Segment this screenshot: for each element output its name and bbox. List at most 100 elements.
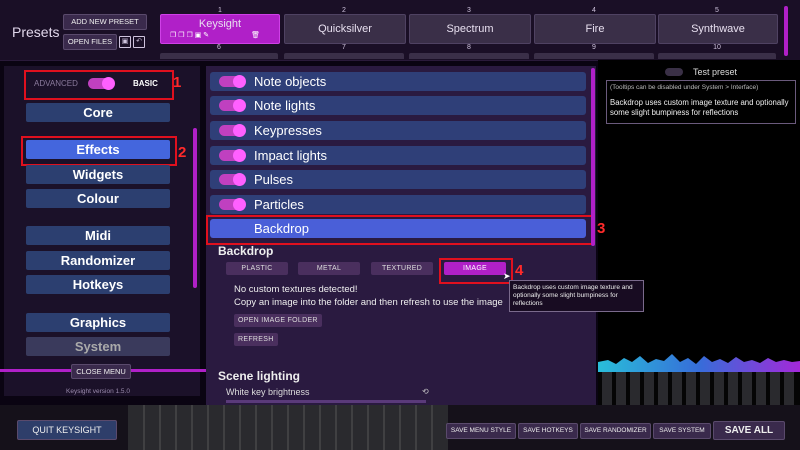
visualizer-wave — [598, 354, 800, 374]
annotation-2: 2 — [178, 144, 187, 161]
presets-scrollbar[interactable] — [784, 6, 788, 56]
add-new-preset-button[interactable]: ADD NEW PRESET — [63, 14, 147, 30]
copy-image-text: Copy an image into the folder and then r… — [234, 297, 503, 308]
preset-number: 1 — [218, 7, 222, 14]
refresh-button[interactable]: REFRESH — [234, 333, 278, 346]
close-menu-button[interactable]: CLOSE MENU — [71, 364, 131, 379]
piano-keys-right — [598, 372, 800, 405]
sidebar-item-colour[interactable]: Colour — [26, 189, 170, 208]
toggle-switch[interactable] — [219, 173, 246, 186]
annotation-3: 3 — [597, 220, 606, 237]
sidebar-item-randomizer[interactable]: Randomizer — [26, 251, 170, 270]
texture-image-button[interactable]: IMAGE — [444, 262, 506, 275]
presets-bar: Presets ADD NEW PRESET OPEN FILES ▣ ↶ 1 … — [0, 0, 800, 61]
presets-title: Presets — [12, 24, 60, 40]
preset-slot[interactable] — [160, 53, 278, 59]
preset-slot[interactable] — [534, 53, 654, 59]
preset-actions: ❐ ❐ ❐ ▣ ✎ 🗑 — [170, 31, 270, 41]
save-icon[interactable]: ▣ — [195, 32, 202, 39]
scene-lighting-heading: Scene lighting — [218, 369, 301, 383]
row-note-lights[interactable]: Note lights — [210, 96, 586, 115]
preset-number: 9 — [592, 44, 596, 51]
row-backdrop[interactable]: Backdrop — [210, 219, 586, 238]
row-label: Keypresses — [254, 123, 322, 138]
open-image-folder-button[interactable]: OPEN IMAGE FOLDER — [234, 314, 322, 327]
toggle-switch[interactable] — [219, 149, 246, 162]
row-label: Note lights — [254, 98, 316, 113]
toggle-switch[interactable] — [219, 75, 246, 88]
preset-synthwave[interactable]: Synthwave — [658, 14, 778, 44]
sidebar-scrollbar[interactable] — [193, 128, 197, 288]
sidebar-item-system[interactable]: System — [26, 337, 170, 356]
piano-keys — [128, 405, 448, 450]
sidebar-item-effects[interactable]: Effects — [26, 140, 170, 159]
preset-number: 3 — [467, 7, 471, 14]
preset-slot[interactable] — [284, 53, 404, 59]
row-pulses[interactable]: Pulses — [210, 170, 586, 189]
row-label: Note objects — [254, 74, 327, 89]
no-textures-text: No custom textures detected! — [234, 284, 358, 295]
row-note-objects[interactable]: Note objects — [210, 72, 586, 91]
brightness-slider[interactable] — [226, 400, 426, 403]
toggle-switch[interactable] — [219, 124, 246, 137]
save-icon[interactable]: ▣ — [119, 36, 131, 48]
mode-toggle[interactable] — [88, 77, 115, 90]
preset-label: Keysight — [198, 18, 242, 30]
main-scrollbar[interactable] — [591, 68, 595, 246]
save-system-button[interactable]: SAVE SYSTEM — [653, 423, 711, 439]
save-randomizer-button[interactable]: SAVE RANDOMIZER — [580, 423, 651, 439]
preset-number: 7 — [342, 44, 346, 51]
trash-icon[interactable]: 🗑 — [251, 32, 260, 39]
preset-quicksilver[interactable]: Quicksilver — [284, 14, 406, 44]
preset-number: 8 — [467, 44, 471, 51]
sidebar-item-hotkeys[interactable]: Hotkeys — [26, 275, 170, 294]
preset-number: 10 — [713, 44, 721, 51]
sidebar-item-core[interactable]: Core — [26, 103, 170, 122]
preset-slot[interactable] — [658, 53, 776, 59]
test-preset-toggle[interactable] — [665, 68, 683, 76]
preset-number: 4 — [592, 7, 596, 14]
version-text: Keysight version 1.5.0 — [66, 388, 130, 395]
preset-slot[interactable] — [409, 53, 529, 59]
row-impact-lights[interactable]: Impact lights — [210, 146, 586, 165]
preset-fire[interactable]: Fire — [534, 14, 656, 44]
sidebar-item-midi[interactable]: Midi — [26, 226, 170, 245]
annotation-1: 1 — [173, 74, 182, 91]
copy-icon[interactable]: ❐ — [186, 32, 192, 39]
copy-icon[interactable]: ❐ — [178, 32, 184, 39]
row-label: Pulses — [254, 172, 294, 187]
reset-icon[interactable]: ⟲ — [422, 387, 429, 396]
save-hotkeys-button[interactable]: SAVE HOTKEYS — [518, 423, 578, 439]
row-label: Particles — [254, 197, 304, 212]
preset-spectrum[interactable]: Spectrum — [409, 14, 531, 44]
mode-advanced-label: ADVANCED — [34, 79, 78, 88]
undo-icon[interactable]: ↶ — [133, 36, 145, 48]
preset-number: 2 — [342, 7, 346, 14]
backdrop-heading: Backdrop — [218, 244, 274, 258]
toggle-switch[interactable] — [219, 99, 246, 112]
tooltips-note: (Tooltips can be disabled under System >… — [610, 84, 759, 91]
info-panel: (Tooltips can be disabled under System >… — [606, 80, 796, 124]
save-menu-style-button[interactable]: SAVE MENU STYLE — [446, 423, 516, 439]
copy-icon[interactable]: ❐ — [170, 32, 176, 39]
white-key-brightness-label: White key brightness — [226, 387, 310, 397]
edit-icon[interactable]: ✎ — [203, 32, 209, 39]
annotation-4: 4 — [515, 262, 524, 279]
test-preset-label: Test preset — [693, 67, 738, 77]
image-tooltip: Backdrop uses custom image texture and o… — [509, 280, 644, 312]
toggle-switch[interactable] — [219, 198, 246, 211]
sidebar-item-graphics[interactable]: Graphics — [26, 313, 170, 332]
row-label: Impact lights — [254, 148, 327, 163]
sidebar-item-widgets[interactable]: Widgets — [26, 165, 170, 184]
texture-metal-button[interactable]: METAL — [298, 262, 360, 275]
texture-plastic-button[interactable]: PLASTIC — [226, 262, 288, 275]
save-all-button[interactable]: SAVE ALL — [713, 421, 785, 440]
info-description: Backdrop uses custom image texture and o… — [610, 98, 789, 117]
row-particles[interactable]: Particles — [210, 195, 586, 214]
row-keypresses[interactable]: Keypresses — [210, 121, 586, 140]
quit-button[interactable]: QUIT KEYSIGHT — [17, 420, 117, 440]
mode-basic-label: BASIC — [133, 79, 158, 88]
row-label: Backdrop — [254, 221, 309, 236]
open-files-button[interactable]: OPEN FILES — [63, 34, 117, 50]
texture-textured-button[interactable]: TEXTURED — [371, 262, 433, 275]
